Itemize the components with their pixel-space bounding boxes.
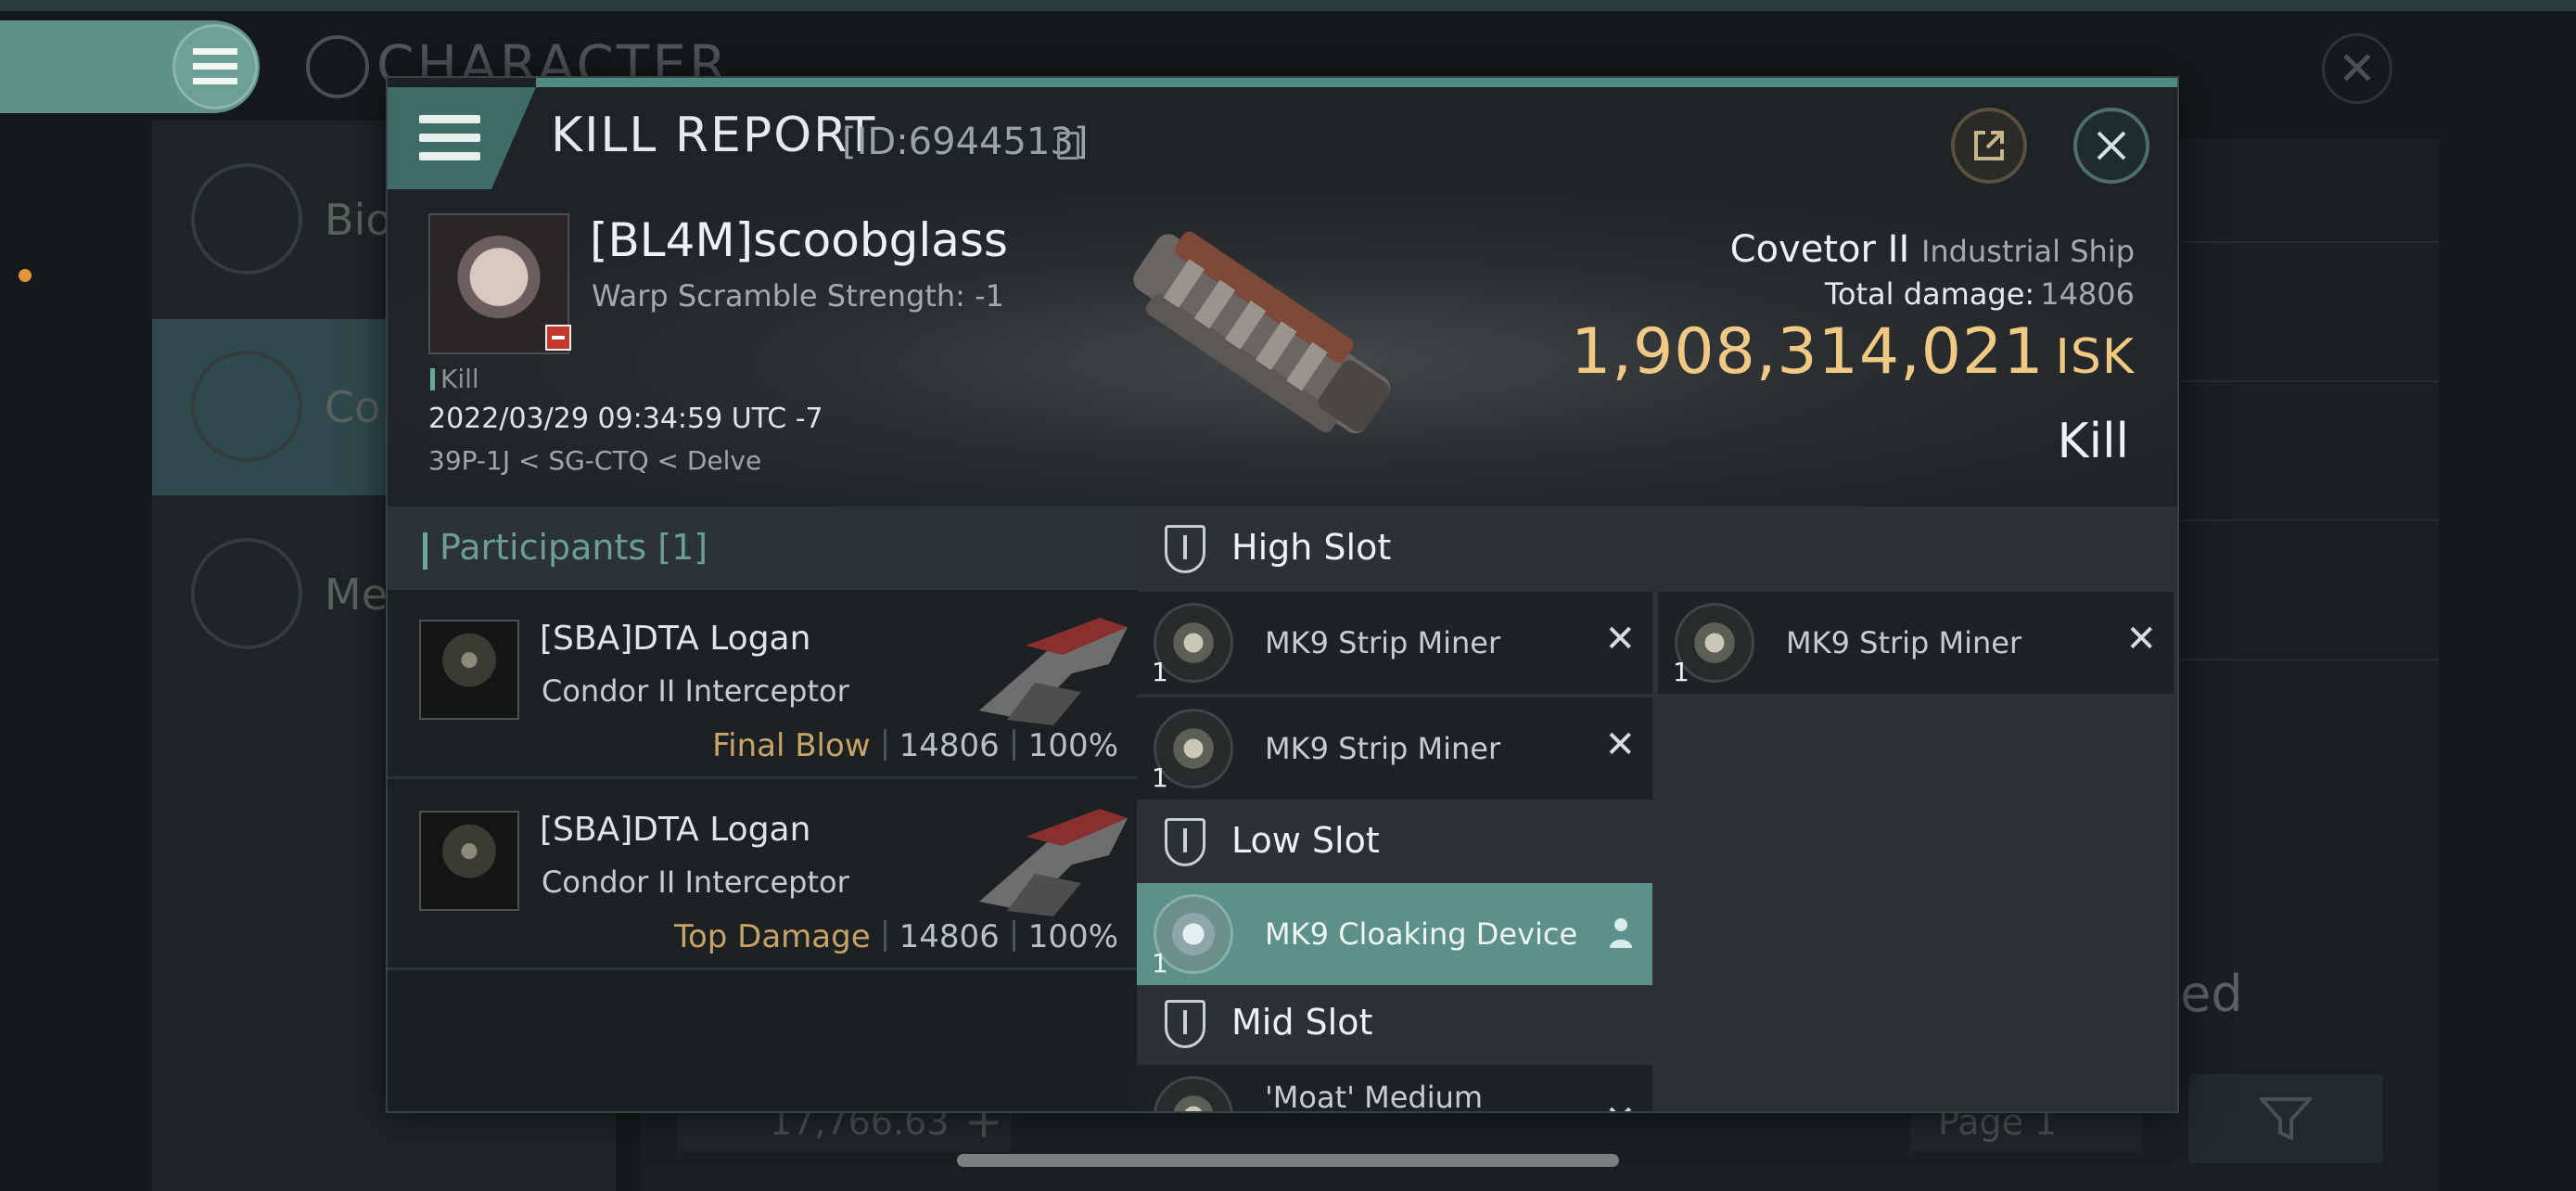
close-icon (2097, 131, 2126, 160)
top-status-strip (0, 0, 2576, 11)
close-button[interactable] (2073, 108, 2149, 184)
module-name: MK9 Cloaking Device (1265, 916, 1578, 952)
module-name: MK9 Strip Miner (1265, 625, 1501, 660)
external-link-icon (1974, 131, 2004, 160)
victim-name[interactable]: [BL4M]scoobglass (590, 213, 1008, 267)
notification-dot (19, 269, 32, 282)
modal-menu-button[interactable] (388, 87, 536, 189)
filter-icon (2260, 1097, 2312, 1140)
participant-stats: Final Blow 14806 100% (712, 727, 1118, 764)
hamburger-icon (419, 115, 480, 161)
isk-amount: 1,908,314,021 (1571, 315, 2045, 389)
slot-title: Mid Slot (1231, 1002, 1373, 1043)
list-icon (191, 163, 302, 275)
module-name: MK9 Strip Miner (1265, 731, 1501, 766)
modal-header: KILL REPORT [ID:6944513] (388, 87, 2177, 195)
star-icon (191, 538, 302, 649)
participant-damage: 14806 (899, 918, 1000, 955)
kill-id: [ID:6944513] (842, 121, 1089, 163)
participant-damage: 14806 (899, 727, 1000, 764)
participant-percent: 100% (1027, 918, 1118, 955)
low-slot-icon (1165, 818, 1205, 866)
victim-subtitle: Warp Scramble Strength: -1 (592, 278, 1005, 314)
high-slot-header: High Slot (1137, 506, 2177, 590)
module-item[interactable]: 1 'Moat' Medium ✕ (1137, 1065, 1652, 1113)
filter-button[interactable] (2188, 1074, 2383, 1163)
participant-row[interactable]: [SBA]DTA Logan Condor II Interceptor Fin… (388, 592, 1137, 779)
module-quantity: 1 (1152, 948, 1168, 979)
total-damage-label: Total damage: (1824, 276, 2035, 312)
background-close-button[interactable]: ✕ (2322, 33, 2392, 104)
destroyed-icon: ✕ (1604, 1098, 1636, 1111)
ship-class-text: Industrial Ship (1920, 234, 2135, 269)
kill-report-modal: KILL REPORT [ID:6944513] [BL4M]scoobglas… (386, 76, 2179, 1113)
participant-tag: Final Blow (712, 727, 871, 764)
participant-ship-image (979, 618, 1128, 725)
module-quantity: 1 (1152, 657, 1168, 687)
modal-top-accent (536, 78, 2177, 87)
participant-name: [SBA]DTA Logan (540, 811, 811, 849)
module-item[interactable]: 1 MK9 Strip Miner ✕ (1137, 698, 1652, 800)
hamburger-icon (193, 48, 237, 84)
result-label: Kill (2057, 414, 2129, 469)
module-quantity: 1 (1673, 657, 1690, 687)
participants-title: Participants [1] (440, 527, 708, 568)
character-icon (306, 35, 369, 98)
crossed-swords-icon (191, 351, 302, 462)
fitting-panel: High Slot 1 MK9 Strip Miner ✕ 1 MK9 Stri… (1137, 506, 2177, 1113)
destroyed-icon: ✕ (1604, 724, 1636, 766)
victim-ship-name: Covetor II Industrial Ship (1730, 228, 2135, 271)
moat-module-icon (1154, 1076, 1233, 1111)
kill-location[interactable]: 39P-1J < SG-CTQ < Delve (428, 445, 761, 476)
dropped-person-icon (1610, 918, 1632, 948)
participant-row[interactable]: [SBA]DTA Logan Condor II Interceptor Top… (388, 783, 1137, 970)
participant-portrait (419, 620, 519, 720)
isk-value: 1,908,314,021 ISK (1571, 315, 2135, 389)
ship-name-text: Covetor II (1729, 228, 1910, 271)
isk-unit: ISK (2055, 329, 2135, 385)
kill-datetime: 2022/03/29 09:34:59 UTC -7 (428, 403, 823, 435)
home-indicator[interactable] (957, 1154, 1619, 1167)
low-slot-header: Low Slot (1137, 800, 2177, 883)
sidebar-item-label: Me (325, 570, 388, 620)
module-quantity: 1 (1152, 762, 1168, 793)
participant-portrait (419, 811, 519, 911)
participants-header: Participants [1] (388, 506, 1137, 590)
participant-ship: Condor II Interceptor (542, 673, 849, 709)
mid-slot-header: Mid Slot (1137, 981, 2177, 1065)
module-item[interactable]: 1 MK9 Strip Miner ✕ (1658, 592, 2174, 694)
victim-banner: [BL4M]scoobglass Warp Scramble Strength:… (388, 195, 2177, 506)
participant-tag: Top Damage (673, 918, 871, 955)
header-accent-bar (423, 532, 427, 570)
destroyed-icon: ✕ (1604, 618, 1636, 660)
slot-title: Low Slot (1231, 820, 1380, 861)
kill-tag: Kill (430, 364, 479, 394)
modal-title: KILL REPORT (551, 108, 877, 163)
sidebar-item-label: Bio (325, 195, 392, 245)
high-slot-icon (1165, 525, 1205, 573)
participant-ship-image (979, 809, 1128, 916)
share-button[interactable] (1951, 108, 2027, 184)
participant-percent: 100% (1027, 727, 1118, 764)
participant-stats: Top Damage 14806 100% (674, 918, 1118, 955)
module-item[interactable]: 1 MK9 Strip Miner ✕ (1137, 592, 1652, 694)
slot-title: High Slot (1231, 527, 1392, 568)
background-menu-button[interactable] (172, 24, 258, 109)
participant-name: [SBA]DTA Logan (540, 620, 811, 658)
sidebar-item-label: Co (325, 382, 381, 432)
total-damage-value: 14806 (2040, 276, 2135, 312)
standing-badge-icon (545, 325, 571, 351)
mid-slot-icon (1165, 1000, 1205, 1048)
destroyed-icon: ✕ (2125, 618, 2157, 660)
victim-ship-image (1133, 231, 1391, 434)
participants-panel: Participants [1] [SBA]DTA Logan Condor I… (388, 506, 1137, 1111)
total-damage: Total damage: 14806 (1825, 276, 2135, 312)
participant-ship: Condor II Interceptor (542, 864, 849, 900)
module-name: 'Moat' Medium (1265, 1080, 1484, 1113)
copy-icon[interactable] (1057, 132, 1079, 160)
module-item[interactable]: 1 MK9 Cloaking Device (1137, 883, 1652, 985)
module-name: MK9 Strip Miner (1786, 625, 2022, 660)
